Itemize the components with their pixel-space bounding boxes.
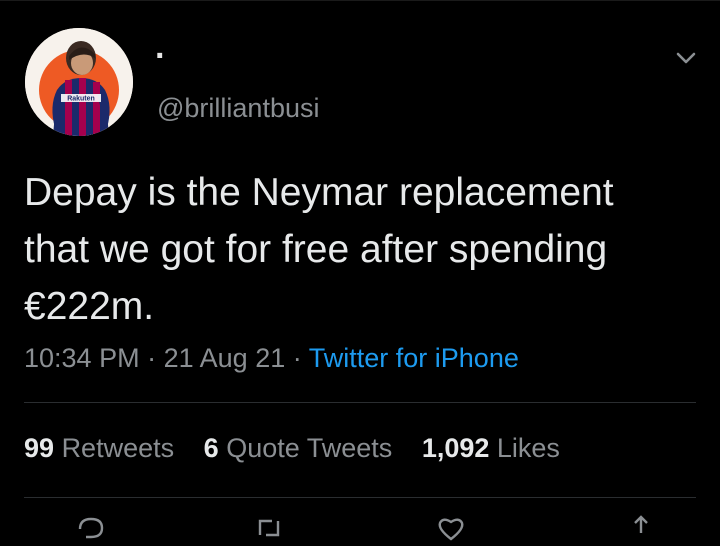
author-display-name[interactable]: · (155, 32, 166, 80)
avatar[interactable]: Rakuten (25, 28, 133, 136)
chevron-down-icon[interactable] (672, 44, 700, 72)
share-icon[interactable] (626, 515, 656, 541)
divider (24, 497, 696, 498)
retweet-icon[interactable] (254, 515, 284, 541)
quote-count: 6 (203, 433, 219, 463)
tweet-date[interactable]: 21 Aug 21 (164, 343, 286, 373)
meta-separator: · (147, 343, 157, 373)
reply-icon[interactable] (76, 515, 106, 541)
tweet-source-link[interactable]: Twitter for iPhone (309, 343, 519, 373)
heart-icon[interactable] (436, 515, 466, 541)
avatar-image: Rakuten (25, 28, 133, 136)
top-border (0, 0, 720, 1)
retweets-stat[interactable]: 99 Retweets (24, 433, 182, 463)
tweet-stats: 99 Retweets 6 Quote Tweets 1,092 Likes (24, 430, 582, 466)
action-bar (0, 515, 720, 541)
likes-label: Likes (496, 433, 560, 463)
tweet-meta: 10:34 PM · 21 Aug 21 · Twitter for iPhon… (24, 340, 519, 376)
divider (24, 402, 696, 403)
tweet-text: Depay is the Neymar replacement that we … (24, 171, 614, 328)
meta-separator: · (292, 343, 302, 373)
quote-label: Quote Tweets (226, 433, 393, 463)
svg-text:Rakuten: Rakuten (67, 96, 95, 103)
author-handle[interactable]: @brilliantbusi (157, 90, 319, 126)
retweets-label: Retweets (61, 433, 175, 463)
quote-tweets-stat[interactable]: 6 Quote Tweets (204, 433, 400, 463)
tweet-time[interactable]: 10:34 PM (24, 343, 140, 373)
likes-count: 1,092 (421, 433, 490, 463)
likes-stat[interactable]: 1,092 Likes (422, 433, 560, 463)
retweets-count: 99 (24, 433, 55, 463)
